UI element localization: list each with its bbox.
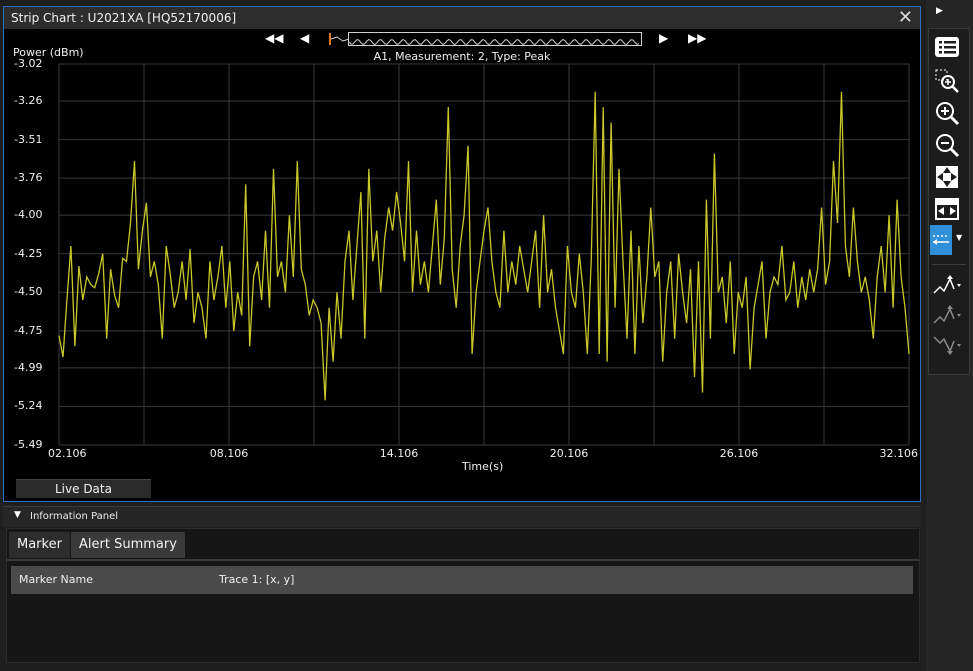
- y-tick-label: -3.26: [14, 94, 43, 108]
- menu-button[interactable]: [932, 33, 962, 61]
- zoom-out-button[interactable]: [932, 131, 962, 159]
- trace-mode-icon: [933, 235, 949, 245]
- expand-toolbar-icon[interactable]: ▶: [936, 6, 943, 16]
- zoom-box-icon: [935, 69, 959, 93]
- marker-add-button[interactable]: [932, 271, 962, 299]
- marker-table-header: Marker Name Trace 1: [x, y]: [11, 566, 913, 594]
- toolbar-separator: [932, 264, 966, 265]
- tab-strip-divider: [7, 559, 919, 561]
- x-axis-title: Time(s): [462, 460, 504, 473]
- trace-mode-dropdown-icon[interactable]: ▼: [956, 233, 962, 242]
- column-header-trace[interactable]: Trace 1: [x, y]: [219, 566, 294, 594]
- x-tick-label: 20.106: [549, 447, 589, 460]
- fit-horizontal-icon: [935, 198, 959, 220]
- x-tick-label: 26.106: [719, 447, 759, 460]
- strip-chart-window: Strip Chart : U2021XA [HQ52170006] ✕ ◀◀ …: [3, 6, 921, 502]
- information-panel-title: Information Panel: [30, 511, 119, 522]
- autoscale-icon: [936, 166, 958, 188]
- fit-horizontal-button[interactable]: [932, 195, 962, 223]
- zoom-out-icon: [936, 134, 960, 158]
- y-tick-label: -5.49: [14, 438, 43, 451]
- information-panel-header[interactable]: ▼ Information Panel: [3, 506, 921, 527]
- zoom-in-button[interactable]: [932, 99, 962, 127]
- x-tick-label: 02.106: [48, 447, 87, 460]
- information-panel: Marker Alert Summary Marker Name Trace 1…: [6, 528, 920, 663]
- y-tick-label: -5.24: [14, 399, 43, 413]
- x-tick-label: 32.106: [879, 447, 919, 460]
- marker-valley-button[interactable]: [932, 331, 962, 359]
- collapse-triangle-icon: ▼: [14, 510, 21, 520]
- marker-peak-disabled-icon: [933, 305, 961, 324]
- live-data-tab[interactable]: Live Data: [16, 479, 151, 498]
- trace-mode-button[interactable]: [930, 225, 952, 255]
- chart-toolbar: ▶ ▼: [926, 0, 973, 671]
- y-tick-label: -3.76: [14, 171, 43, 185]
- zoom-in-icon: [936, 102, 960, 126]
- y-tick-label: -3.02: [14, 57, 43, 70]
- tab-alert-summary[interactable]: Alert Summary: [71, 532, 185, 558]
- y-tick-label: -3.51: [14, 132, 43, 146]
- zoom-box-button[interactable]: [932, 67, 962, 95]
- marker-valley-icon: [933, 336, 961, 355]
- x-tick-label: 08.106: [209, 447, 249, 460]
- column-header-marker-name[interactable]: Marker Name: [19, 566, 93, 594]
- y-tick-label: -4.75: [14, 323, 43, 337]
- y-tick-label: -4.00: [14, 208, 43, 222]
- x-tick-label: 14.106: [379, 447, 419, 460]
- tab-marker[interactable]: Marker: [9, 532, 70, 558]
- toolbar-buttons: ▼: [928, 28, 970, 375]
- strip-chart-plot[interactable]: [4, 7, 920, 501]
- autoscale-button[interactable]: [932, 163, 962, 191]
- marker-peak-button[interactable]: [932, 301, 962, 329]
- y-tick-label: -4.99: [14, 360, 43, 374]
- y-tick-label: -4.25: [14, 246, 43, 260]
- list-icon: [935, 37, 959, 57]
- y-tick-label: -4.50: [14, 285, 43, 299]
- marker-peak-icon: [933, 275, 961, 294]
